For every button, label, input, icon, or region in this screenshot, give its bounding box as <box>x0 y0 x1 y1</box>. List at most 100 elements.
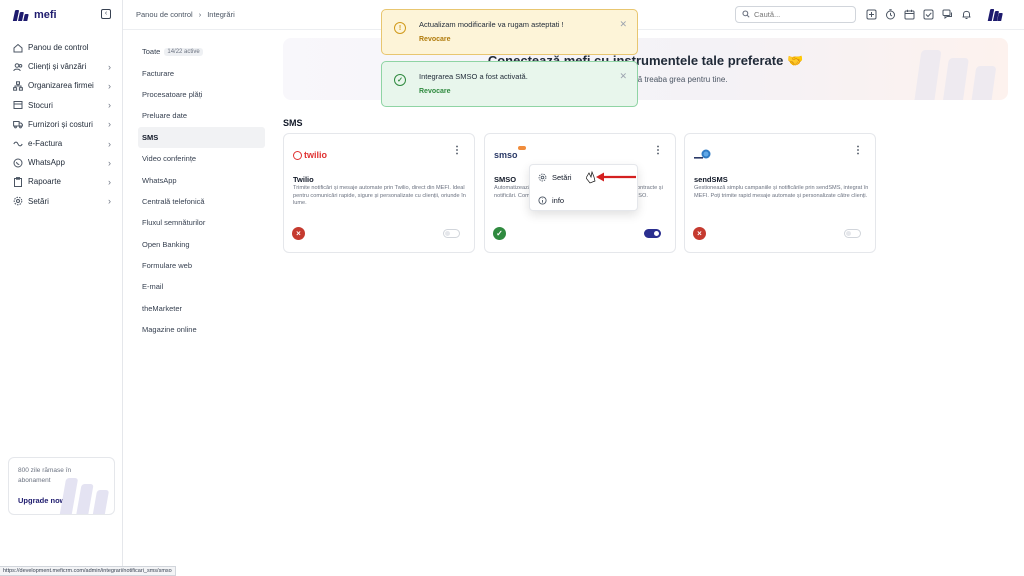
chat-icon[interactable] <box>942 9 953 20</box>
timer-icon[interactable] <box>885 9 896 20</box>
category-label: Video conferințe <box>142 154 197 164</box>
sidebar-item-dashboard[interactable]: Panou de control <box>0 38 123 57</box>
annotation-arrow-icon <box>586 170 636 184</box>
category-item-online-shops[interactable]: Magazine online <box>138 319 265 340</box>
sidebar-item-reports[interactable]: Rapoarte › <box>0 172 123 191</box>
toast-undo-link[interactable]: Revocare <box>419 88 451 95</box>
breadcrumb-item-integrations: Integrări <box>207 10 235 19</box>
integration-toggle[interactable] <box>443 229 460 238</box>
header-actions <box>866 9 972 20</box>
efactura-icon <box>13 139 23 149</box>
category-item-all[interactable]: Toate 14/22 active <box>138 41 265 62</box>
tasks-check-icon[interactable] <box>923 9 934 20</box>
menu-item-label: info <box>552 196 565 205</box>
category-item-web-forms[interactable]: Formulare web <box>138 255 265 276</box>
category-label: E-mail <box>142 282 164 292</box>
twilio-logo-text: twilio <box>304 150 327 160</box>
search-input[interactable] <box>754 10 850 19</box>
kebab-menu-icon[interactable]: ⋮ <box>853 146 863 156</box>
sidebar-item-label: Stocuri <box>28 100 53 110</box>
gear-icon <box>538 173 547 182</box>
category-label: Fluxul semnăturilor <box>142 218 206 228</box>
category-label: Open Banking <box>142 239 190 249</box>
integration-description: Trimite notificări și mesaje automate pr… <box>293 185 466 207</box>
chevron-right-icon: › <box>108 80 111 91</box>
upgrade-card: 800 zile rămase în abonament Upgrade now… <box>8 457 115 515</box>
category-label: Toate <box>142 47 161 57</box>
category-label: SMS <box>142 132 159 142</box>
integration-name: Twilio <box>293 175 314 184</box>
category-item-video-conferences[interactable]: Video conferințe <box>138 148 265 169</box>
upgrade-decoration <box>59 474 114 514</box>
success-toast: ✓ Integrarea SMSO a fost activată. Revoc… <box>381 61 638 107</box>
integration-description: Gestionează simplu campaniile și notific… <box>694 185 869 199</box>
category-label: Facturare <box>142 68 175 78</box>
sidebar-item-clients[interactable]: Clienți și vânzări › <box>0 57 123 76</box>
close-icon[interactable]: ✕ <box>619 19 627 30</box>
integration-toggle[interactable] <box>844 229 861 238</box>
category-item-sms[interactable]: SMS <box>138 126 265 148</box>
mefi-logo-mark-icon <box>12 9 30 21</box>
breadcrumb: Panou de control › Integrări <box>136 10 235 19</box>
sidebar-item-organization[interactable]: Organizarea firmei › <box>0 76 123 95</box>
chevron-right-icon: › <box>108 157 111 168</box>
sidebar-collapse-icon[interactable]: ‹ <box>101 9 111 19</box>
chevron-right-icon: › <box>108 196 111 207</box>
browser-status-url: https://development.meficrm.com/admin/in… <box>0 566 176 576</box>
category-item-data-import[interactable]: Preluare date <box>138 105 265 126</box>
category-item-open-banking[interactable]: Open Banking <box>138 234 265 255</box>
breadcrumb-item-dashboard[interactable]: Panou de control <box>136 10 193 19</box>
category-label: Formulare web <box>142 261 193 271</box>
menu-item-info[interactable]: info <box>530 190 637 211</box>
inactive-status-icon: × <box>693 227 706 240</box>
app-logo[interactable]: mefi <box>12 8 57 22</box>
chevron-right-icon: › <box>108 138 111 149</box>
category-item-payment-processors[interactable]: Procesatoare plăți <box>138 84 265 105</box>
integration-name: sendSMS <box>694 175 728 184</box>
active-status-icon: ✓ <box>493 227 506 240</box>
sidebar-item-settings[interactable]: Setări › <box>0 192 123 211</box>
sidebar-nav: Panou de control Clienți și vânzări › Or… <box>0 38 123 211</box>
integration-card-twilio: twilio ⋮ Twilio Trimite notificări și me… <box>283 133 475 253</box>
toast-undo-link[interactable]: Revocare <box>419 36 451 43</box>
category-item-billing[interactable]: Facturare <box>138 62 265 83</box>
users-icon <box>13 62 23 72</box>
sidebar-item-label: Furnizori și costuri <box>28 119 93 129</box>
calendar-icon[interactable] <box>904 9 915 20</box>
category-item-whatsapp[interactable]: WhatsApp <box>138 169 265 190</box>
integration-toggle[interactable] <box>644 229 661 238</box>
bell-icon[interactable] <box>961 9 972 20</box>
user-avatar[interactable] <box>987 9 1003 21</box>
warning-toast: ! Actualizam modificarile va rugam astep… <box>381 9 638 55</box>
sidebar-item-label: WhatsApp <box>28 158 65 168</box>
integration-card-sendsms: ⋮ sendSMS Gestionează simplu campaniile … <box>684 133 876 253</box>
integration-name: SMSO <box>494 175 517 184</box>
add-icon[interactable] <box>866 9 877 20</box>
sidebar-item-suppliers[interactable]: Furnizori și costuri › <box>0 115 123 134</box>
sidebar-item-whatsapp[interactable]: WhatsApp › <box>0 153 123 172</box>
toast-message: Actualizam modificarile va rugam astepta… <box>419 20 564 29</box>
section-title: SMS <box>283 118 303 128</box>
warning-icon: ! <box>394 22 406 34</box>
close-icon[interactable]: ✕ <box>619 71 627 82</box>
sidebar-item-label: Setări <box>28 196 49 206</box>
sendsms-logo-icon <box>694 149 712 161</box>
category-label: Centrală telefonică <box>142 196 205 206</box>
sidebar-item-label: Organizarea firmei <box>28 81 94 91</box>
kebab-menu-icon[interactable]: ⋮ <box>653 146 663 156</box>
category-item-themarketer[interactable]: theMarketer <box>138 298 265 319</box>
kebab-menu-icon[interactable]: ⋮ <box>452 146 462 156</box>
twilio-logo-icon <box>293 150 302 160</box>
sidebar-item-stock[interactable]: Stocuri › <box>0 96 123 115</box>
category-item-signature-flow[interactable]: Fluxul semnăturilor <box>138 212 265 233</box>
chevron-right-icon: › <box>108 119 111 130</box>
category-item-email[interactable]: E-mail <box>138 276 265 297</box>
category-item-phone-switchboard[interactable]: Centrală telefonică <box>138 191 265 212</box>
category-label: theMarketer <box>142 303 183 313</box>
info-icon <box>538 196 547 205</box>
breadcrumb-separator-icon: › <box>198 10 202 19</box>
search-box[interactable] <box>735 6 856 23</box>
sidebar-item-label: Panou de control <box>28 43 89 53</box>
sidebar-item-efactura[interactable]: e-Factura › <box>0 134 123 153</box>
smso-logo-tag-icon <box>518 146 526 150</box>
